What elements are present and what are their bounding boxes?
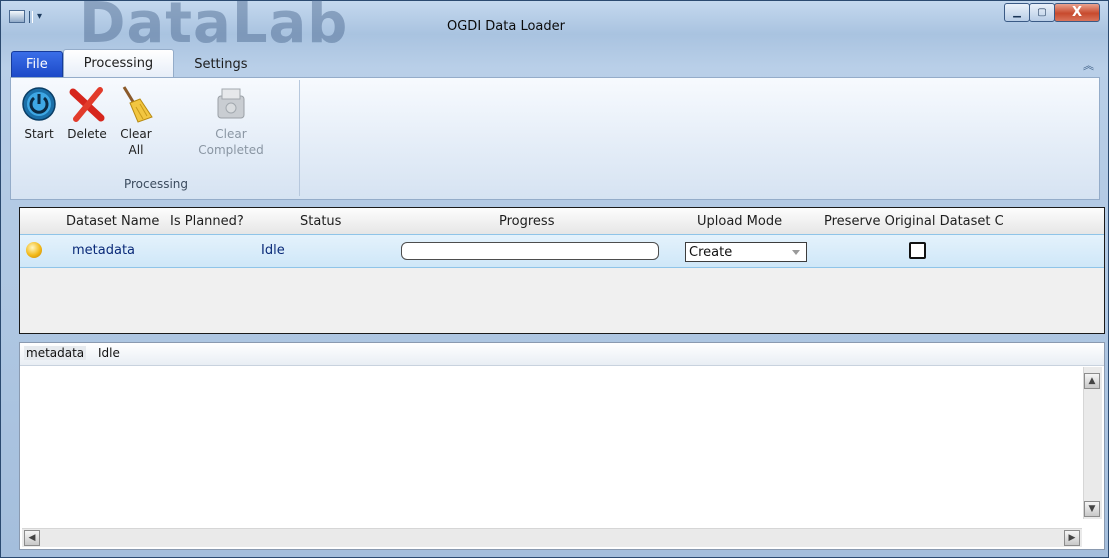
log-tab-strip: metadata Idle <box>20 343 1104 366</box>
maximize-icon: ▢ <box>1037 7 1047 18</box>
tab-settings[interactable]: Settings <box>174 52 267 77</box>
clear-all-label-2: All <box>128 143 144 157</box>
minimize-button[interactable]: ▁ <box>1004 3 1030 22</box>
power-icon <box>19 84 59 124</box>
tab-file[interactable]: File <box>11 51 63 77</box>
delete-label: Delete <box>67 127 107 141</box>
ribbon-panel: Start Delete Clear All Clear Completed P… <box>10 77 1100 200</box>
scroll-up-icon[interactable]: ▲ <box>1084 373 1100 389</box>
title-bar: DataLab ▾ OGDI Data Loader ▁ ▢ X <box>1 0 1108 56</box>
scroll-left-icon[interactable]: ◀ <box>24 530 40 546</box>
header-status[interactable]: Status <box>300 214 341 229</box>
app-icon[interactable] <box>9 10 25 23</box>
collapse-ribbon-icon[interactable]: ︽ <box>1083 57 1094 73</box>
header-is-planned[interactable]: Is Planned? <box>170 214 244 229</box>
minimize-icon: ▁ <box>1013 7 1021 18</box>
clear-completed-button[interactable]: Clear Completed <box>195 84 267 158</box>
header-dataset-name[interactable]: Dataset Name <box>66 214 159 229</box>
delete-x-icon <box>67 84 107 124</box>
scroll-right-icon[interactable]: ▶ <box>1064 530 1080 546</box>
quick-access-toolbar: ▾ <box>9 10 42 23</box>
broom-icon <box>116 84 156 124</box>
qat-dropdown-icon[interactable]: ▾ <box>37 11 42 22</box>
row-dataset-name: metadata <box>72 243 136 258</box>
close-button[interactable]: X <box>1054 3 1100 22</box>
header-preserve-original[interactable]: Preserve Original Dataset C <box>824 214 1014 229</box>
horizontal-scrollbar[interactable]: ◀ ▶ <box>22 528 1082 547</box>
status-indicator-icon <box>26 242 42 258</box>
upload-mode-value: Create <box>689 245 733 260</box>
log-tab-status: Idle <box>98 346 120 360</box>
qat-separator <box>29 10 33 23</box>
window-title: OGDI Data Loader <box>447 19 565 34</box>
maximize-button[interactable]: ▢ <box>1029 3 1055 22</box>
row-progress-bar <box>401 242 659 260</box>
log-panel: metadata Idle ▲ ▼ ◀ ▶ <box>19 342 1105 550</box>
delete-button[interactable]: Delete <box>61 84 113 142</box>
start-button[interactable]: Start <box>19 84 59 142</box>
vertical-scrollbar[interactable]: ▲ ▼ <box>1083 367 1102 519</box>
clear-completed-label-2: Completed <box>198 143 264 157</box>
clear-completed-icon <box>211 84 251 124</box>
processing-group: Start Delete Clear All Clear Completed P… <box>13 80 300 196</box>
scroll-down-icon[interactable]: ▼ <box>1084 501 1100 517</box>
upload-mode-select[interactable]: Create <box>685 242 807 262</box>
header-progress[interactable]: Progress <box>499 214 554 229</box>
window-controls: ▁ ▢ X <box>1004 3 1100 22</box>
chevron-down-icon <box>792 250 800 255</box>
row-status: Idle <box>261 243 285 258</box>
grid-header: Dataset Name Is Planned? Status Progress… <box>20 208 1104 235</box>
ribbon-tabs: File Processing Settings <box>11 49 268 77</box>
clear-all-label-1: Clear <box>120 127 152 141</box>
tab-processing[interactable]: Processing <box>62 49 175 77</box>
group-label: Processing <box>123 177 189 191</box>
table-row[interactable]: metadata Idle Create <box>20 234 1104 268</box>
preserve-original-checkbox[interactable] <box>909 242 926 259</box>
app-window: DataLab ▾ OGDI Data Loader ▁ ▢ X File Pr… <box>0 0 1109 558</box>
close-icon: X <box>1071 5 1083 20</box>
header-upload-mode[interactable]: Upload Mode <box>697 214 782 229</box>
datalab-watermark-logo: DataLab <box>79 0 349 56</box>
start-label: Start <box>24 127 54 141</box>
clear-all-button[interactable]: Clear All <box>113 84 159 158</box>
log-tab-dataset[interactable]: metadata <box>24 346 87 360</box>
datasets-grid: Dataset Name Is Planned? Status Progress… <box>19 207 1105 334</box>
clear-completed-label-1: Clear <box>215 127 247 141</box>
